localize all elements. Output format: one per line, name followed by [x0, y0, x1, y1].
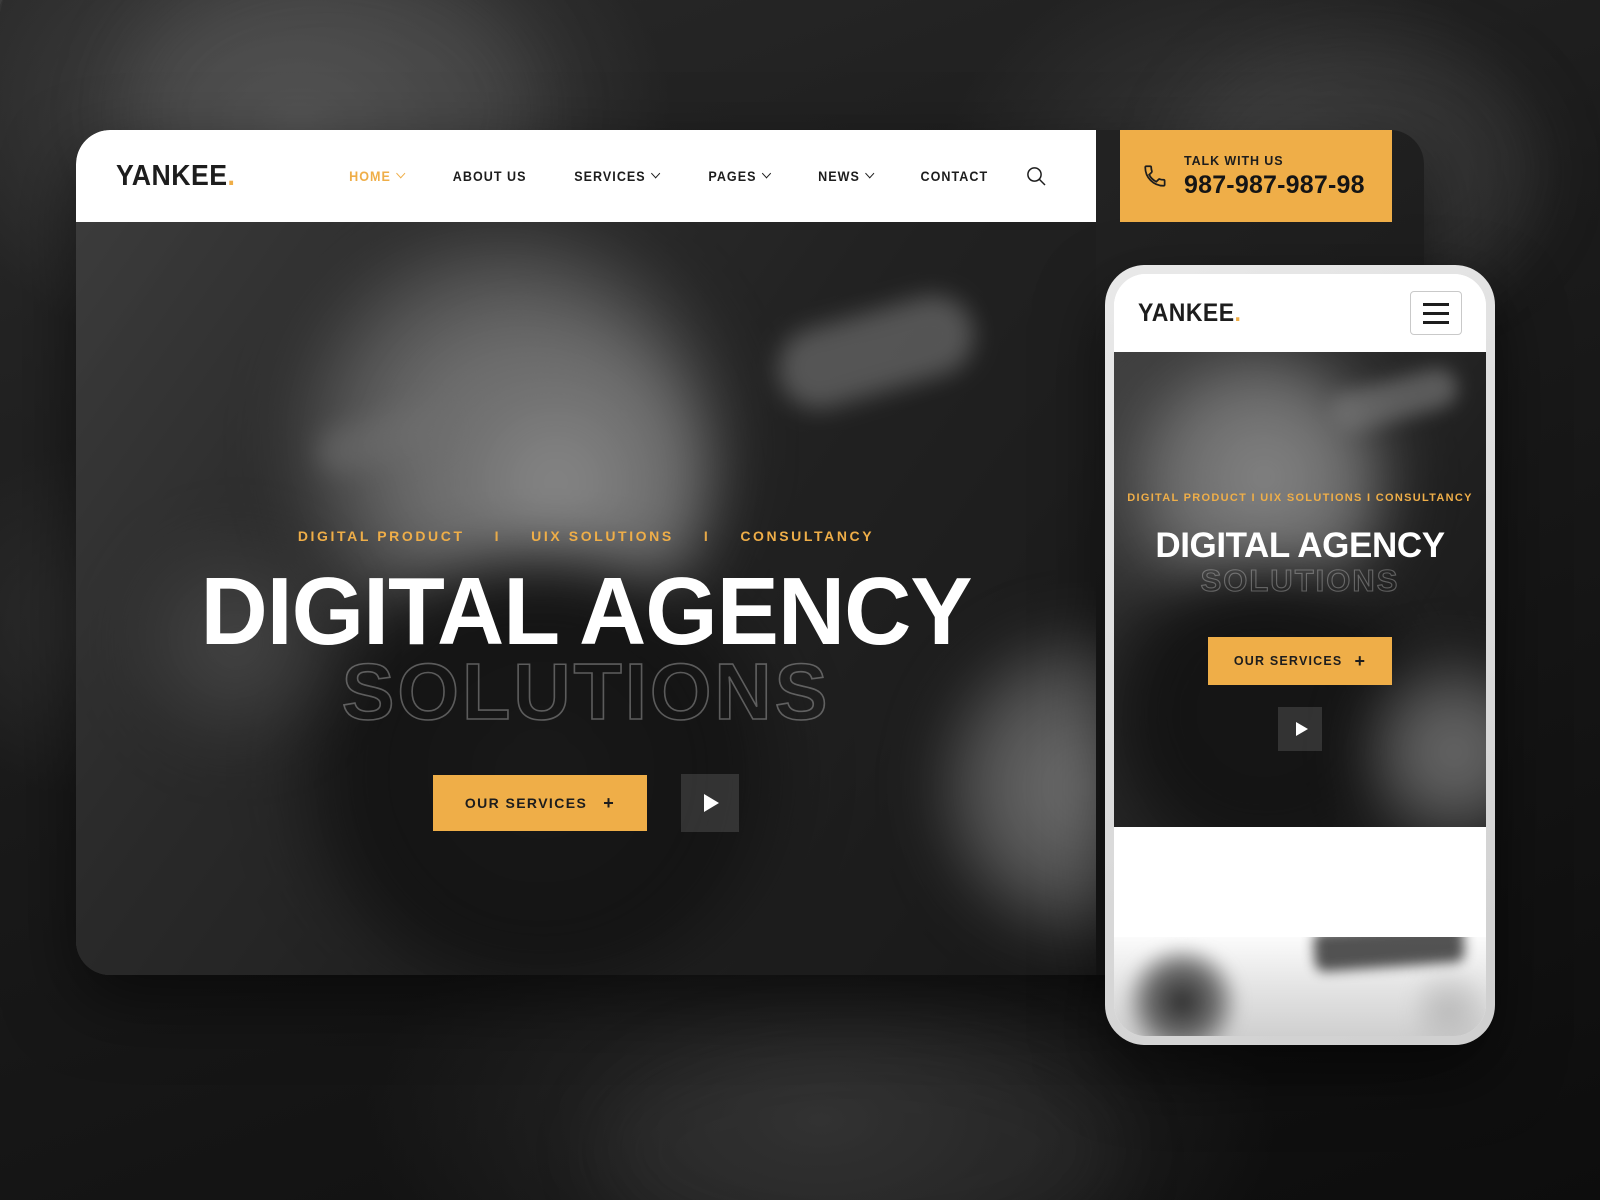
hero-actions: OUR SERVICES +	[76, 774, 1096, 833]
mobile-secondary-photo-section	[1114, 937, 1486, 1036]
nav-item-pages[interactable]: PAGES	[689, 169, 791, 184]
mobile-our-services-button[interactable]: OUR SERVICES +	[1207, 637, 1393, 685]
mobile-secondary-photo	[1114, 937, 1486, 1036]
tagline-item: DIGITAL PRODUCT	[297, 528, 465, 544]
nav-item-label: CONTACT	[921, 168, 989, 184]
tagline-item: UIX SOLUTIONS	[531, 528, 674, 544]
phone-device-mockup: YANKEE. DIGITAL PRODUCT I UIX SOLUTIONS …	[1105, 265, 1495, 1045]
main-navigation: HOME ABOUT US SERVICES PAGES NEWS CONTAC…	[326, 169, 1012, 184]
nav-item-label: PAGES	[708, 168, 757, 184]
mobile-brand-logo-text: YANKEE	[1138, 298, 1235, 327]
our-services-button-label: OUR SERVICES	[464, 795, 588, 812]
desktop-navbar: YANKEE. HOME ABOUT US SERVICES PAGES NEW…	[76, 130, 1096, 222]
mobile-our-services-button-label: OUR SERVICES	[1233, 654, 1343, 668]
hero-tagline: DIGITAL PRODUCT I UIX SOLUTIONS I CONSUL…	[76, 528, 1096, 544]
mobile-navbar: YANKEE.	[1114, 274, 1486, 352]
hero-content: DIGITAL PRODUCT I UIX SOLUTIONS I CONSUL…	[76, 528, 1096, 833]
mobile-play-video-button[interactable]	[1278, 707, 1322, 751]
brand-logo-text: YANKEE	[116, 159, 228, 192]
hamburger-line	[1423, 302, 1449, 306]
search-button[interactable]	[1024, 164, 1048, 188]
hamburger-line	[1423, 320, 1449, 324]
nav-item-services[interactable]: SERVICES	[555, 169, 680, 184]
nav-item-about-us[interactable]: ABOUT US	[433, 169, 546, 184]
nav-item-label: SERVICES	[574, 168, 646, 184]
mobile-brand-logo[interactable]: YANKEE.	[1138, 299, 1241, 328]
nav-item-label: ABOUT US	[452, 168, 527, 184]
hero-section: DIGITAL PRODUCT I UIX SOLUTIONS I CONSUL…	[76, 222, 1096, 975]
nav-item-label: HOME	[348, 168, 391, 184]
tagline-item: CONSULTANCY	[740, 528, 875, 544]
hamburger-line	[1423, 311, 1449, 315]
tagline-separator: I	[494, 528, 502, 544]
talk-with-us-label: TALK WITH US	[1184, 153, 1284, 168]
talk-with-us-contact-block[interactable]: TALK WITH US 987-987-987-98	[1120, 130, 1392, 222]
mobile-brand-logo-dot: .	[1234, 298, 1242, 327]
chevron-down-icon	[397, 170, 405, 179]
play-icon	[704, 794, 720, 813]
play-video-button[interactable]	[681, 774, 740, 833]
phone-icon	[1144, 165, 1166, 187]
plus-icon: +	[1354, 651, 1367, 671]
mobile-hero-headline: DIGITAL AGENCY	[1155, 526, 1445, 565]
plus-icon: +	[603, 793, 616, 814]
search-icon	[1027, 167, 1046, 186]
hamburger-menu-icon[interactable]	[1410, 291, 1462, 335]
mobile-hero-section: DIGITAL PRODUCT I UIX SOLUTIONS I CONSUL…	[1114, 352, 1486, 827]
mobile-hero-tagline: DIGITAL PRODUCT I UIX SOLUTIONS I CONSUL…	[1127, 492, 1473, 504]
tagline-separator: I	[703, 528, 711, 544]
chevron-down-icon	[763, 170, 771, 179]
background-blur-shape	[600, 1040, 1120, 1200]
play-icon	[1295, 722, 1308, 736]
hero-subheadline-outline: SOLUTIONS	[341, 647, 831, 737]
tablet-screen: YANKEE. HOME ABOUT US SERVICES PAGES NEW…	[76, 130, 1096, 975]
phone-screen: YANKEE. DIGITAL PRODUCT I UIX SOLUTIONS …	[1114, 274, 1486, 1036]
our-services-button[interactable]: OUR SERVICES +	[432, 775, 648, 832]
chevron-down-icon	[866, 170, 874, 179]
chevron-down-icon	[652, 170, 660, 179]
brand-logo-dot: .	[227, 159, 236, 192]
brand-logo[interactable]: YANKEE.	[116, 160, 235, 193]
mobile-hero-content: DIGITAL PRODUCT I UIX SOLUTIONS I CONSUL…	[1114, 492, 1486, 751]
mobile-white-section	[1114, 827, 1486, 937]
mobile-hero-actions: OUR SERVICES +	[1114, 637, 1486, 751]
phone-number[interactable]: 987-987-987-98	[1184, 171, 1365, 199]
nav-item-news[interactable]: NEWS	[798, 169, 894, 184]
mobile-hero-subheadline-outline: SOLUTIONS	[1200, 562, 1400, 598]
hero-headline: DIGITAL AGENCY	[200, 558, 972, 665]
nav-item-label: NEWS	[817, 168, 860, 184]
nav-item-contact[interactable]: CONTACT	[901, 169, 1008, 184]
nav-item-home[interactable]: HOME	[329, 169, 425, 184]
